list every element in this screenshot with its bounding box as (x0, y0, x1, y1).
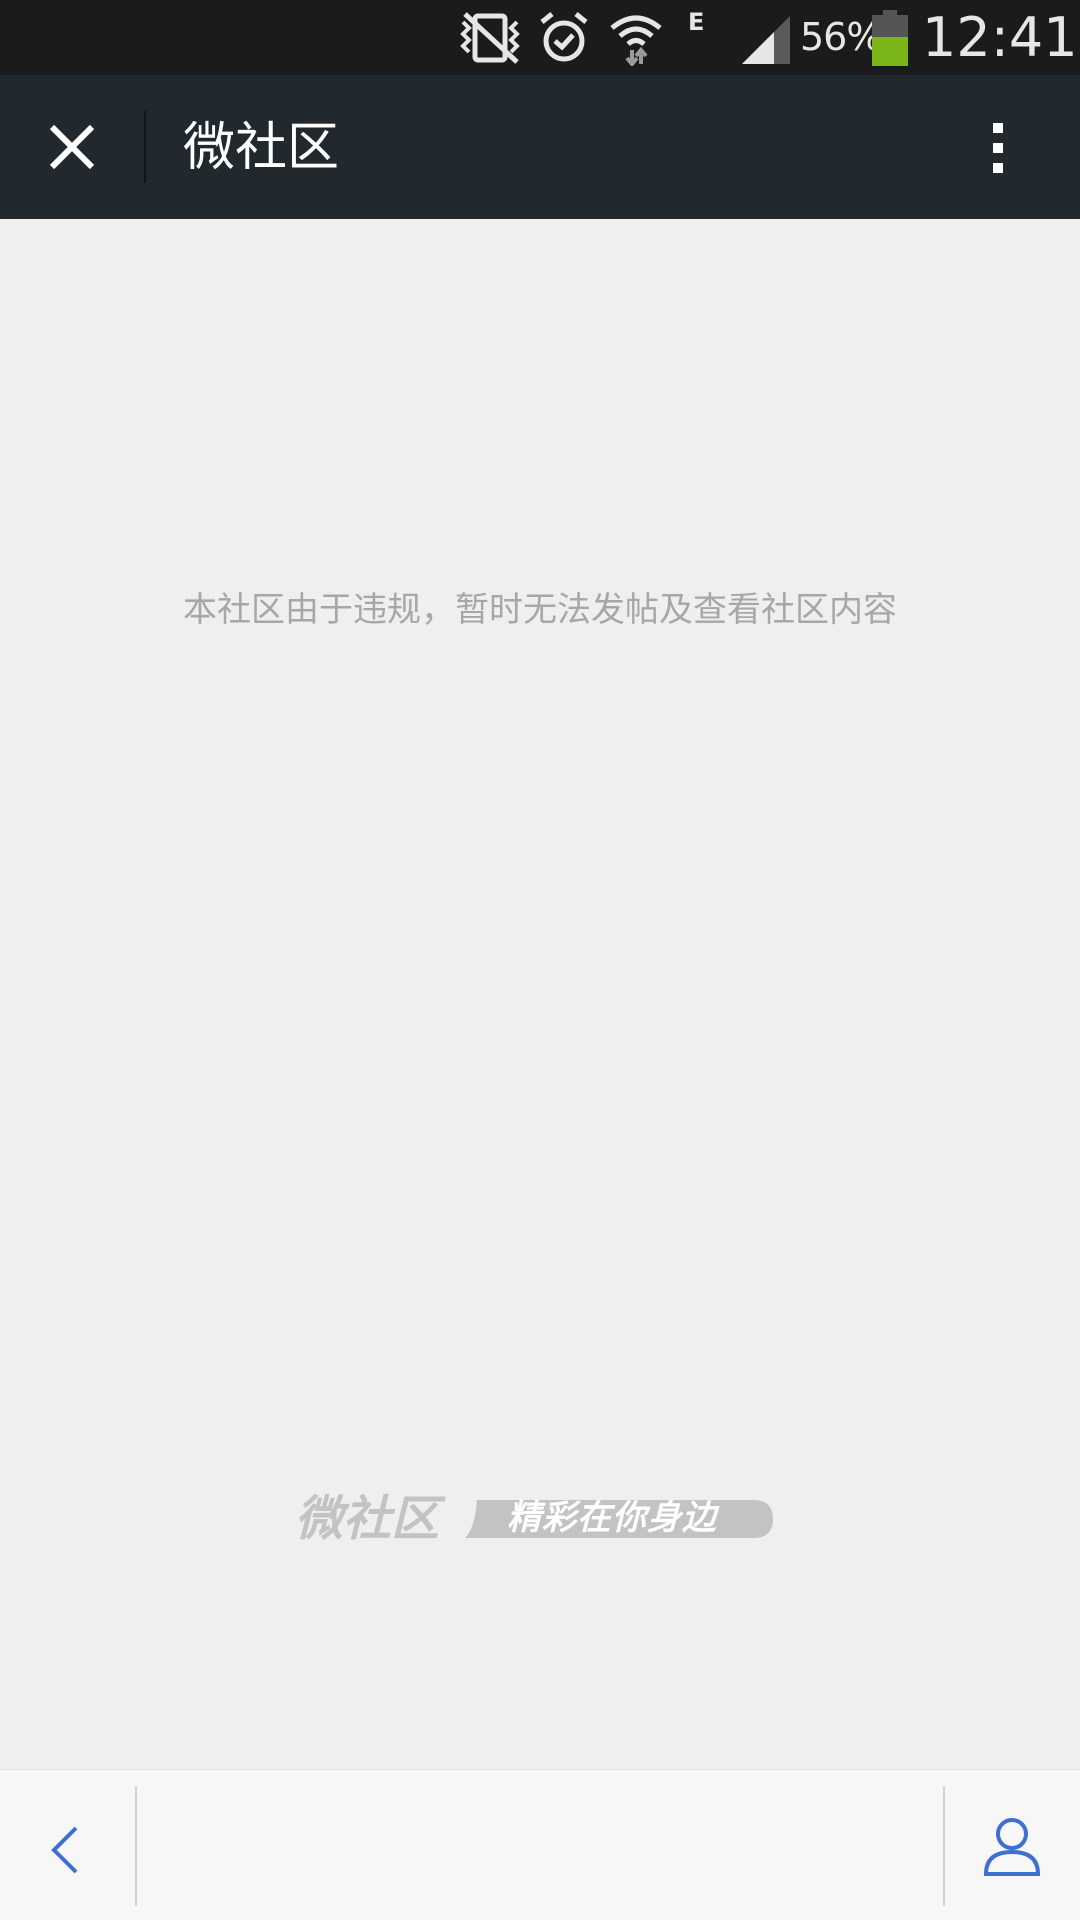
page-title: 微社区 (183, 118, 340, 178)
toolbar-divider-right (943, 1786, 945, 1906)
wifi-icon (610, 15, 662, 66)
brand-name: 微社区 (295, 1491, 440, 1547)
close-icon[interactable] (30, 105, 114, 189)
more-vertical-icon[interactable] (970, 105, 1026, 189)
chevron-left-icon[interactable] (30, 1810, 100, 1890)
alarm-icon (540, 12, 588, 62)
brand-logo: 微社区 精彩在你身边 (295, 1486, 795, 1556)
battery-percent: 56% (800, 15, 882, 59)
notice-message: 本社区由于违规，暂时无法发帖及查看社区内容 (183, 590, 897, 630)
brand-slogan: 精彩在你身边 (507, 1498, 717, 1538)
clock: 12:41 (922, 6, 1078, 69)
vibrate-off-icon (460, 12, 520, 64)
user-icon[interactable] (976, 1808, 1048, 1888)
title-bar: 微社区 (0, 75, 1080, 219)
battery-icon (872, 10, 908, 66)
signal-icon (742, 16, 790, 64)
network-type-label: E (688, 8, 705, 36)
bottom-toolbar (0, 1769, 1080, 1920)
screen: E 56% 12:41 微社区 本社区由于违规，暂时无法发帖及查看社区内容 微社… (0, 0, 1080, 1920)
toolbar-divider-left (135, 1786, 137, 1906)
status-bar: E 56% 12:41 (0, 0, 1080, 75)
title-divider (144, 111, 146, 183)
